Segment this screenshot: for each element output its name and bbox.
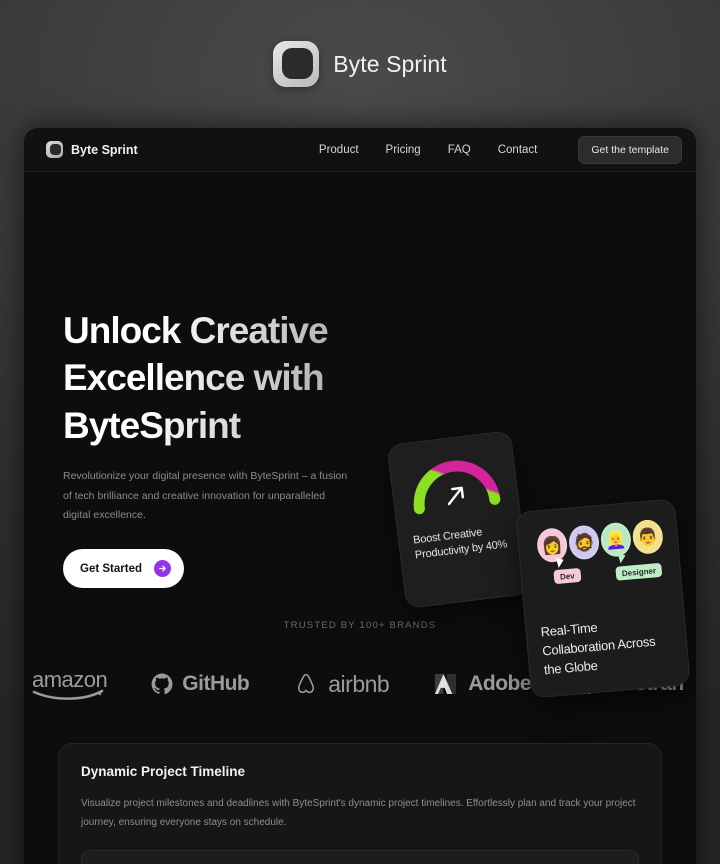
site-brand[interactable]: Byte Sprint — [46, 141, 138, 158]
hero-headline: Unlock Creative Excellence with ByteSpri… — [63, 307, 373, 449]
get-started-button[interactable]: Get Started — [63, 549, 184, 589]
badge-designer: Designer — [615, 562, 663, 581]
logo-github-text: GitHub — [182, 672, 250, 695]
feature-card-dynamic-project-timeline: Dynamic Project Timeline Visualize proje… — [58, 743, 662, 864]
github-icon — [151, 673, 173, 695]
arrow-up-right-icon — [447, 486, 464, 506]
app-header: Byte Sprint — [0, 0, 720, 128]
logo-airbnb-text: airbnb — [328, 670, 390, 697]
site-navbar: Byte Sprint Product Pricing FAQ Contact … — [24, 128, 696, 172]
arrow-right-circle-icon — [154, 560, 171, 578]
feature-description: Visualize project milestones and deadlin… — [81, 798, 636, 828]
logo-adobe: Adobe — [433, 672, 532, 696]
card-boost-productivity: Boost Creative Productivity by 40% — [386, 429, 531, 610]
brand-name: Byte Sprint — [71, 142, 138, 157]
logo-airbnb: airbnb — [293, 670, 390, 698]
avatar: 🧔 — [567, 524, 601, 561]
browser-frame: Byte Sprint Product Pricing FAQ Contact … — [24, 128, 696, 864]
hero-subhead: Revolutionize your digital presence with… — [63, 470, 348, 521]
nav-item-faq[interactable]: FAQ — [448, 144, 471, 156]
logo-github: GitHub — [151, 672, 250, 696]
app-logo-icon — [273, 41, 320, 87]
app-title: Byte Sprint — [333, 50, 447, 77]
brand-logo-icon — [46, 141, 63, 158]
hero-section: Unlock Creative Excellence with ByteSpri… — [24, 172, 696, 699]
gauge-caption: Boost Creative Productivity by 40% — [412, 526, 508, 562]
feature-title: Dynamic Project Timeline — [81, 764, 246, 779]
avatar: 👱‍♀️ — [599, 521, 633, 558]
amazon-smile-icon — [32, 689, 104, 700]
nav-item-product[interactable]: Product — [319, 144, 359, 156]
adobe-icon — [435, 674, 457, 694]
avatar: 👨 — [631, 518, 665, 556]
cursor-icon — [615, 553, 626, 565]
card-realtime-collaboration: 👩 🧔 👱‍♀️ 👨 Dev Designer Real-Time Collab… — [515, 498, 691, 699]
feature-inner-panel — [81, 850, 639, 864]
nav-item-pricing[interactable]: Pricing — [386, 144, 421, 156]
cursor-icon — [553, 557, 564, 569]
avatar: 👩 — [535, 526, 569, 564]
gauge-chart — [406, 455, 503, 516]
logo-adobe-text: Adobe — [468, 672, 532, 695]
collab-caption: Real-Time Collaboration Across the Globe — [540, 619, 656, 678]
hero-copy: Unlock Creative Excellence with ByteSpri… — [63, 307, 373, 589]
logo-amazon: amazon — [32, 667, 108, 701]
feature-section: Dynamic Project Timeline Visualize proje… — [24, 707, 696, 864]
badge-dev: Dev — [553, 567, 582, 585]
nav-item-contact[interactable]: Contact — [498, 144, 538, 156]
collab-badges: Dev Designer — [535, 553, 667, 589]
get-the-template-button[interactable]: Get the template — [578, 135, 682, 164]
airbnb-belo-icon — [298, 673, 315, 694]
get-started-label: Get Started — [80, 562, 142, 575]
nav-links: Product Pricing FAQ Contact Get the temp… — [319, 135, 682, 164]
